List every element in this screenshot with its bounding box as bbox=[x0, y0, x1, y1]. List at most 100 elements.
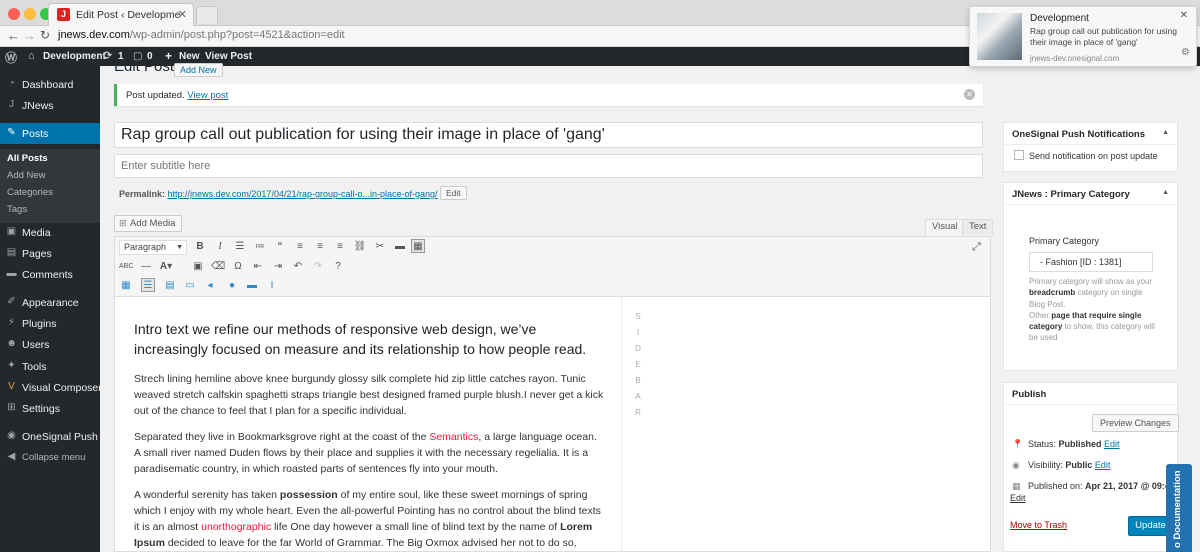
text-color-icon[interactable]: A▾ bbox=[159, 260, 173, 274]
edit-slug-button[interactable]: Edit bbox=[440, 186, 467, 200]
align-left-icon[interactable]: ≡ bbox=[293, 240, 307, 254]
horizontal-line-icon[interactable]: — bbox=[139, 260, 153, 274]
sidebar-item-tools[interactable]: ✦ Tools bbox=[0, 356, 100, 377]
text-block-icon[interactable]: ▤ bbox=[163, 279, 177, 293]
edit-visibility-link[interactable]: Edit bbox=[1095, 460, 1111, 470]
primary-category-label: Primary Category bbox=[1029, 236, 1100, 246]
dismiss-icon[interactable]: ✕ bbox=[964, 89, 975, 100]
wordpress-logo-icon[interactable]: Ⓦ bbox=[5, 49, 17, 66]
push-notification-toast[interactable]: Development Rap group call out publicati… bbox=[969, 6, 1197, 67]
permalink-url[interactable]: http://jnews.dev.com/2017/04/21/rap-grou… bbox=[168, 189, 438, 199]
text-cursor-icon[interactable]: I bbox=[265, 279, 279, 293]
url-path: /wp-admin/post.php?post=4521&action=edit bbox=[129, 29, 345, 41]
paste-text-icon[interactable]: ▣ bbox=[191, 260, 205, 274]
gear-icon[interactable]: ⚙ bbox=[1181, 47, 1190, 58]
submenu-add-new[interactable]: Add New bbox=[7, 170, 46, 181]
add-media-button[interactable]: ⊞ Add Media bbox=[114, 215, 183, 232]
italic-icon[interactable]: I bbox=[213, 240, 227, 254]
browser-tab-active[interactable]: J Edit Post ‹ Development — Wo ✕ bbox=[48, 3, 194, 26]
sidebar-item-pages[interactable]: ▤ Pages bbox=[0, 243, 100, 264]
updates-icon: ⟳ bbox=[103, 50, 113, 62]
layout-icon[interactable]: ☰ bbox=[141, 278, 155, 292]
new-tab-button[interactable] bbox=[196, 6, 218, 24]
strikethrough-icon[interactable]: ABC bbox=[119, 260, 133, 274]
close-tab-icon[interactable]: ✕ bbox=[178, 8, 187, 21]
bullet-list-icon[interactable]: ☰ bbox=[233, 240, 247, 254]
submenu-tags[interactable]: Tags bbox=[7, 204, 27, 215]
sidebar-item-collapse[interactable]: ◀ Collapse menu bbox=[0, 447, 100, 468]
editor-content[interactable]: Intro text we refine our methods of resp… bbox=[114, 297, 991, 552]
add-new-button[interactable]: Add New bbox=[174, 63, 223, 77]
close-icon[interactable]: ✕ bbox=[1180, 10, 1188, 21]
sidebar-item-visual-composer[interactable]: V Visual Composer bbox=[0, 377, 102, 398]
undo-icon[interactable]: ↶ bbox=[291, 260, 305, 274]
paragraph-text: life One day however a small line of bli… bbox=[271, 521, 561, 533]
indent-icon[interactable]: ⇥ bbox=[271, 260, 285, 274]
minimize-window-button[interactable] bbox=[24, 8, 36, 20]
unlink-icon[interactable]: ✂ bbox=[373, 240, 387, 254]
clear-formatting-icon[interactable]: ⌫ bbox=[211, 260, 225, 274]
sidebar-item-posts[interactable]: ✎ Posts bbox=[0, 123, 100, 144]
site-name-link[interactable]: Development bbox=[43, 51, 106, 62]
page-title: Edit Post bbox=[114, 58, 175, 75]
sidebar-item-jnews[interactable]: J JNews bbox=[0, 95, 100, 116]
notification-image bbox=[977, 13, 1022, 60]
sidebar-item-comments[interactable]: ▬ Comments bbox=[0, 264, 100, 285]
fullscreen-icon[interactable]: ⤢ bbox=[972, 241, 981, 254]
grid-icon[interactable]: ▦ bbox=[119, 279, 133, 293]
sidebar-item-onesignal[interactable]: ◉ OneSignal Push bbox=[0, 426, 100, 447]
sidebar-item-users[interactable]: ☻ Users bbox=[0, 334, 100, 355]
primary-category-select[interactable]: - Fashion [ID : 1381] bbox=[1029, 252, 1153, 272]
metabox-header[interactable]: Publish bbox=[1004, 383, 1177, 405]
link-icon[interactable]: ⛓ bbox=[353, 240, 367, 254]
post-title-input[interactable] bbox=[114, 122, 983, 148]
bold-icon[interactable]: B bbox=[193, 240, 207, 254]
help-icon[interactable]: ? bbox=[331, 260, 345, 274]
forward-arrow-icon[interactable]: → bbox=[23, 28, 36, 43]
reload-icon[interactable]: ↻ bbox=[40, 28, 50, 42]
button-icon[interactable]: ▬ bbox=[245, 279, 259, 293]
submenu-categories[interactable]: Categories bbox=[7, 187, 53, 198]
blockquote-icon[interactable]: “ bbox=[273, 240, 287, 254]
format-select-value: Paragraph bbox=[124, 242, 167, 252]
sidebar-item-plugins[interactable]: ⚡ Plugins bbox=[0, 313, 100, 334]
preview-changes-button[interactable]: Preview Changes bbox=[1092, 414, 1179, 432]
redo-icon[interactable]: ↷ bbox=[311, 260, 325, 274]
submenu-all-posts[interactable]: All Posts bbox=[7, 153, 48, 164]
metabox-header[interactable]: JNews : Primary Category ▲ bbox=[1004, 183, 1177, 205]
numbered-list-icon[interactable]: ≔ bbox=[253, 240, 267, 254]
send-notification-checkbox[interactable] bbox=[1014, 150, 1024, 160]
image-block-icon[interactable]: ▭ bbox=[183, 279, 197, 293]
url-field[interactable]: jnews.dev.com/wp-admin/post.php?post=452… bbox=[58, 29, 345, 41]
back-arrow-icon[interactable]: ← bbox=[7, 28, 20, 43]
subtitle-input[interactable] bbox=[114, 154, 983, 178]
collapse-toggle-icon[interactable]: ▲ bbox=[1162, 189, 1169, 196]
format-select[interactable]: Paragraph ▼ bbox=[119, 240, 187, 255]
metabox-header[interactable]: OneSignal Push Notifications ▲ bbox=[1004, 123, 1177, 145]
tab-text[interactable]: Text bbox=[962, 219, 994, 235]
special-character-icon[interactable]: Ω bbox=[231, 260, 245, 274]
wrench-icon: ✦ bbox=[7, 360, 16, 371]
documentation-tab[interactable]: o Documentation bbox=[1166, 464, 1192, 552]
info-icon[interactable]: ● bbox=[225, 279, 239, 293]
sidebar-item-media[interactable]: ▣ Media bbox=[0, 222, 100, 243]
status-row: 📍 Status: Published Edit bbox=[1012, 439, 1120, 450]
sidebar-item-appearance[interactable]: ✐ Appearance bbox=[0, 292, 100, 313]
sidebar-item-settings[interactable]: ⊞ Settings bbox=[0, 398, 100, 419]
shortcode-icon[interactable]: ◂ bbox=[203, 279, 217, 293]
sidebar-item-dashboard[interactable]: ◔ Dashboard bbox=[0, 74, 100, 95]
edit-date-link[interactable]: Edit bbox=[1010, 493, 1026, 503]
outdent-icon[interactable]: ⇤ bbox=[251, 260, 265, 274]
tab-visual[interactable]: Visual bbox=[925, 219, 965, 235]
align-right-icon[interactable]: ≡ bbox=[333, 240, 347, 254]
read-more-icon[interactable]: ▬ bbox=[393, 240, 407, 254]
edit-status-link[interactable]: Edit bbox=[1104, 439, 1120, 449]
new-link[interactable]: New bbox=[179, 51, 200, 62]
view-post-link[interactable]: View Post bbox=[205, 51, 252, 62]
collapse-toggle-icon[interactable]: ▲ bbox=[1162, 129, 1169, 136]
move-to-trash-link[interactable]: Move to Trash bbox=[1010, 520, 1067, 530]
close-window-button[interactable] bbox=[8, 8, 20, 20]
align-center-icon[interactable]: ≡ bbox=[313, 240, 327, 254]
toolbar-toggle-icon[interactable]: ▦ bbox=[411, 239, 425, 253]
view-post-link[interactable]: View post bbox=[187, 90, 228, 101]
